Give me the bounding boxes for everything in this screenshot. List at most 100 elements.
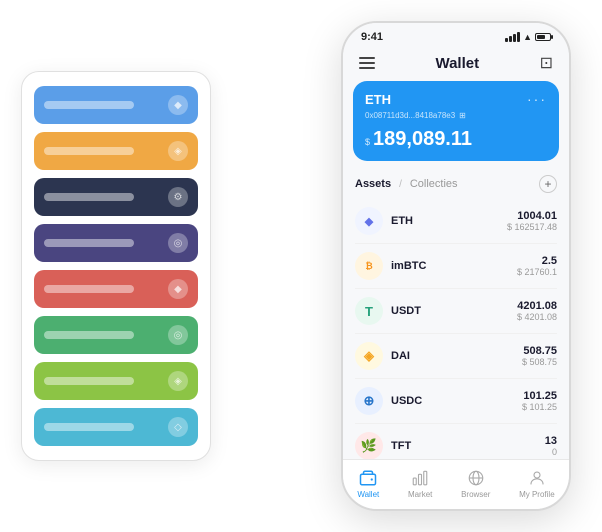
card-stack: ◆ ◈ ⚙ ◎ ◆ ◎ ◈ ◇ bbox=[21, 71, 211, 461]
token-item-usdc[interactable]: ⊕ USDC 101.25 $ 101.25 bbox=[355, 379, 557, 424]
card-item-3[interactable]: ⚙ bbox=[34, 178, 198, 216]
eth-card-options-icon[interactable]: ··· bbox=[527, 91, 547, 107]
card-item-2[interactable]: ◈ bbox=[34, 132, 198, 170]
card-item-1[interactable]: ◆ bbox=[34, 86, 198, 124]
nav-wallet-label: Wallet bbox=[357, 490, 379, 499]
token-amounts-eth: 1004.01 $ 162517.48 bbox=[507, 210, 557, 232]
eth-card-header: ETH ··· bbox=[365, 91, 547, 107]
signal-icon bbox=[505, 32, 520, 42]
token-amount-imbtc: 2.5 bbox=[517, 255, 557, 267]
token-name-dai: DAI bbox=[391, 350, 522, 362]
dai-logo: ◈ bbox=[355, 342, 383, 370]
card-text-bar-5 bbox=[44, 285, 134, 293]
token-usd-usdc: $ 101.25 bbox=[522, 402, 557, 412]
card-text-bar-3 bbox=[44, 193, 134, 201]
token-name-eth: ETH bbox=[391, 215, 507, 227]
token-item-eth[interactable]: ◆ ETH 1004.01 $ 162517.48 bbox=[355, 199, 557, 244]
card-icon-1: ◆ bbox=[168, 95, 188, 115]
token-name-tft: TFT bbox=[391, 440, 545, 452]
token-item-tft[interactable]: 🌿 TFT 13 0 bbox=[355, 424, 557, 459]
token-item-dai[interactable]: ◈ DAI 508.75 $ 508.75 bbox=[355, 334, 557, 379]
hamburger-menu-icon[interactable] bbox=[359, 57, 375, 69]
nav-browser-label: Browser bbox=[461, 490, 490, 499]
card-icon-5: ◆ bbox=[168, 279, 188, 299]
tft-logo: 🌿 bbox=[355, 432, 383, 459]
card-icon-3: ⚙ bbox=[168, 187, 188, 207]
tab-collecties[interactable]: Collecties bbox=[410, 178, 458, 190]
status-bar: 9:41 ▲ bbox=[343, 23, 569, 47]
card-icon-2: ◈ bbox=[168, 141, 188, 161]
imbtc-logo: ₿ bbox=[355, 252, 383, 280]
wallet-nav-icon bbox=[358, 468, 378, 488]
assets-header: Assets / Collecties + bbox=[343, 169, 569, 199]
token-item-usdt[interactable]: T USDT 4201.08 $ 4201.08 bbox=[355, 289, 557, 334]
card-icon-8: ◇ bbox=[168, 417, 188, 437]
scan-icon[interactable]: ⊡ bbox=[540, 53, 553, 73]
nav-wallet[interactable]: Wallet bbox=[357, 468, 379, 499]
token-usd-eth: $ 162517.48 bbox=[507, 222, 557, 232]
wifi-icon: ▲ bbox=[523, 32, 532, 42]
token-amounts-imbtc: 2.5 $ 21760.1 bbox=[517, 255, 557, 277]
card-item-6[interactable]: ◎ bbox=[34, 316, 198, 354]
usdt-logo: T bbox=[355, 297, 383, 325]
browser-nav-icon bbox=[466, 468, 486, 488]
token-usd-tft: 0 bbox=[545, 447, 557, 457]
card-icon-4: ◎ bbox=[168, 233, 188, 253]
assets-tabs: Assets / Collecties bbox=[355, 178, 458, 190]
token-amounts-usdc: 101.25 $ 101.25 bbox=[522, 390, 557, 412]
nav-market[interactable]: Market bbox=[408, 468, 432, 499]
token-amount-usdt: 4201.08 bbox=[517, 300, 557, 312]
token-usd-imbtc: $ 21760.1 bbox=[517, 267, 557, 277]
nav-profile-label: My Profile bbox=[519, 490, 555, 499]
token-amount-dai: 508.75 bbox=[522, 345, 557, 357]
tab-assets[interactable]: Assets bbox=[355, 178, 391, 190]
tab-divider: / bbox=[399, 179, 402, 190]
nav-browser[interactable]: Browser bbox=[461, 468, 490, 499]
token-list: ◆ ETH 1004.01 $ 162517.48 ₿ imBTC 2.5 $ … bbox=[343, 199, 569, 459]
status-icons: ▲ bbox=[505, 32, 551, 42]
token-amounts-tft: 13 0 bbox=[545, 435, 557, 457]
nav-market-label: Market bbox=[408, 490, 432, 499]
card-item-4[interactable]: ◎ bbox=[34, 224, 198, 262]
card-text-bar-8 bbox=[44, 423, 134, 431]
eth-logo: ◆ bbox=[355, 207, 383, 235]
eth-card[interactable]: ETH ··· 0x08711d3d...8418a78e3 ⊞ $ 189,0… bbox=[353, 81, 559, 161]
token-name-imbtc: imBTC bbox=[391, 260, 517, 272]
eth-card-title: ETH bbox=[365, 92, 391, 107]
card-text-bar-6 bbox=[44, 331, 134, 339]
token-usd-dai: $ 508.75 bbox=[522, 357, 557, 367]
add-asset-button[interactable]: + bbox=[539, 175, 557, 193]
page-title: Wallet bbox=[435, 55, 479, 72]
token-name-usdt: USDT bbox=[391, 305, 517, 317]
token-amount-eth: 1004.01 bbox=[507, 210, 557, 222]
phone-nav-bar: Wallet ⊡ bbox=[343, 47, 569, 81]
token-item-imbtc[interactable]: ₿ imBTC 2.5 $ 21760.1 bbox=[355, 244, 557, 289]
card-item-5[interactable]: ◆ bbox=[34, 270, 198, 308]
card-text-bar-1 bbox=[44, 101, 134, 109]
token-usd-usdt: $ 4201.08 bbox=[517, 312, 557, 322]
eth-balance-value: 189,089.11 bbox=[373, 128, 472, 151]
scene: ◆ ◈ ⚙ ◎ ◆ ◎ ◈ ◇ bbox=[11, 11, 591, 521]
status-time: 9:41 bbox=[361, 31, 383, 43]
nav-profile[interactable]: My Profile bbox=[519, 468, 555, 499]
battery-icon bbox=[535, 33, 551, 41]
usdc-logo: ⊕ bbox=[355, 387, 383, 415]
card-text-bar-4 bbox=[44, 239, 134, 247]
profile-nav-icon bbox=[527, 468, 547, 488]
token-name-usdc: USDC bbox=[391, 395, 522, 407]
token-amount-usdc: 101.25 bbox=[522, 390, 557, 402]
market-nav-icon bbox=[410, 468, 430, 488]
token-amounts-dai: 508.75 $ 508.75 bbox=[522, 345, 557, 367]
card-icon-6: ◎ bbox=[168, 325, 188, 345]
card-item-8[interactable]: ◇ bbox=[34, 408, 198, 446]
card-item-7[interactable]: ◈ bbox=[34, 362, 198, 400]
phone-mockup: 9:41 ▲ Wallet bbox=[341, 21, 571, 511]
card-icon-7: ◈ bbox=[168, 371, 188, 391]
token-amount-tft: 13 bbox=[545, 435, 557, 447]
card-text-bar-2 bbox=[44, 147, 134, 155]
eth-address: 0x08711d3d...8418a78e3 ⊞ bbox=[365, 111, 547, 120]
card-text-bar-7 bbox=[44, 377, 134, 385]
token-amounts-usdt: 4201.08 $ 4201.08 bbox=[517, 300, 557, 322]
bottom-nav: Wallet Market bbox=[343, 459, 569, 509]
copy-icon[interactable]: ⊞ bbox=[459, 111, 466, 120]
